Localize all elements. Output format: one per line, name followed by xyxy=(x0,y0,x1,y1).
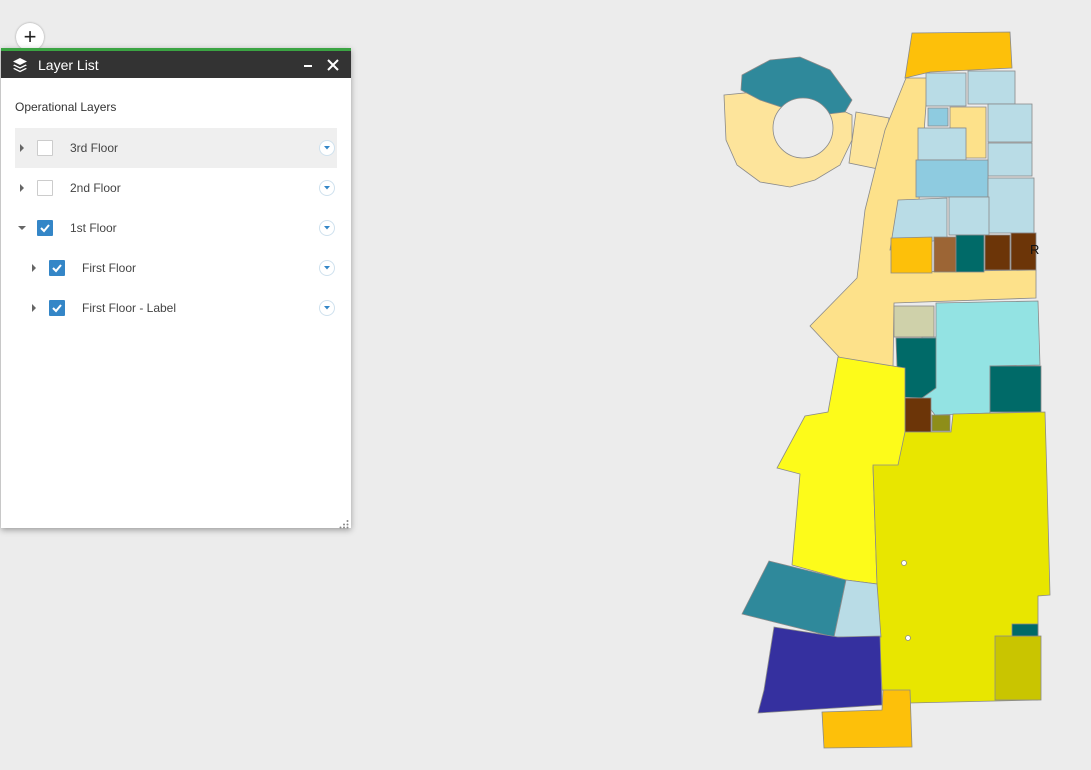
panel-header[interactable]: Layer List xyxy=(1,48,351,78)
layer-row-first-floor[interactable]: First Floor xyxy=(15,248,337,288)
expand-arrow-icon[interactable] xyxy=(17,183,27,193)
chevron-down-icon xyxy=(324,146,330,150)
map-area-room xyxy=(915,159,989,198)
layers-icon xyxy=(11,56,29,74)
chevron-down-icon xyxy=(324,306,330,310)
layer-menu-button[interactable] xyxy=(319,140,335,156)
resize-handle-icon[interactable] xyxy=(339,516,349,529)
map-area-room xyxy=(989,365,1042,413)
checkmark-icon xyxy=(52,304,62,313)
plus-icon: + xyxy=(23,24,37,49)
zoom-in-button[interactable]: + xyxy=(16,23,44,51)
layer-label: 1st Floor xyxy=(70,221,117,235)
collapse-arrow-icon[interactable] xyxy=(17,223,27,233)
expand-arrow-icon[interactable] xyxy=(29,303,39,313)
map-area-room xyxy=(984,234,1011,271)
layer-checkbox[interactable] xyxy=(37,180,53,196)
expand-arrow-icon[interactable] xyxy=(17,143,27,153)
layer-checkbox[interactable] xyxy=(49,300,65,316)
layer-checkbox[interactable] xyxy=(37,140,53,156)
expand-arrow-icon[interactable] xyxy=(29,263,39,273)
layer-checkbox[interactable] xyxy=(37,220,53,236)
layer-label: First Floor xyxy=(82,261,136,275)
chevron-down-icon xyxy=(324,186,330,190)
map-area-room xyxy=(893,305,935,338)
layer-menu-button[interactable] xyxy=(319,300,335,316)
map-area-room xyxy=(1011,623,1039,637)
minimize-button[interactable] xyxy=(297,54,319,76)
layer-menu-button[interactable] xyxy=(319,180,335,196)
layer-row-2nd-floor[interactable]: 2nd Floor xyxy=(15,168,337,208)
map-label: R xyxy=(1030,242,1039,257)
chevron-down-icon xyxy=(324,226,330,230)
map-area-room xyxy=(925,72,967,107)
map-area-dot xyxy=(901,560,907,566)
layer-menu-button[interactable] xyxy=(319,260,335,276)
map-area-room xyxy=(904,397,932,433)
map-area-room xyxy=(931,414,951,432)
map-area-room xyxy=(955,234,985,273)
map-area-courtyard xyxy=(772,97,834,159)
layer-label: 2nd Floor xyxy=(70,181,121,195)
map-area-room xyxy=(890,236,933,274)
map-area-room xyxy=(987,142,1033,177)
layer-list-panel: Layer List Operational Layers 3rd Floor … xyxy=(1,48,351,529)
map-area-room xyxy=(987,177,1035,234)
checkmark-icon xyxy=(40,224,50,233)
checkmark-icon xyxy=(52,264,62,273)
section-label: Operational Layers xyxy=(15,100,117,114)
layer-checkbox[interactable] xyxy=(49,260,65,276)
map-area-room xyxy=(967,70,1016,105)
chevron-down-icon xyxy=(324,266,330,270)
panel-title: Layer List xyxy=(38,56,99,73)
map-area-room xyxy=(917,127,967,161)
close-icon xyxy=(327,59,339,71)
minimize-icon xyxy=(304,65,312,67)
map-area-room xyxy=(994,635,1042,701)
map-area-room xyxy=(987,103,1033,143)
map-area-room xyxy=(927,107,949,127)
layer-row-3rd-floor[interactable]: 3rd Floor xyxy=(15,128,337,168)
map-area-room xyxy=(933,236,957,273)
layer-label: First Floor - Label xyxy=(82,301,177,315)
layer-label: 3rd Floor xyxy=(70,141,119,155)
map-area-room xyxy=(757,626,883,714)
map-area-dot xyxy=(905,635,911,641)
layer-row-first-floor-label[interactable]: First Floor - Label xyxy=(15,288,337,328)
close-button[interactable] xyxy=(322,54,344,76)
map-area-room xyxy=(948,196,990,236)
layer-row-1st-floor[interactable]: 1st Floor xyxy=(15,208,337,248)
layer-menu-button[interactable] xyxy=(319,220,335,236)
